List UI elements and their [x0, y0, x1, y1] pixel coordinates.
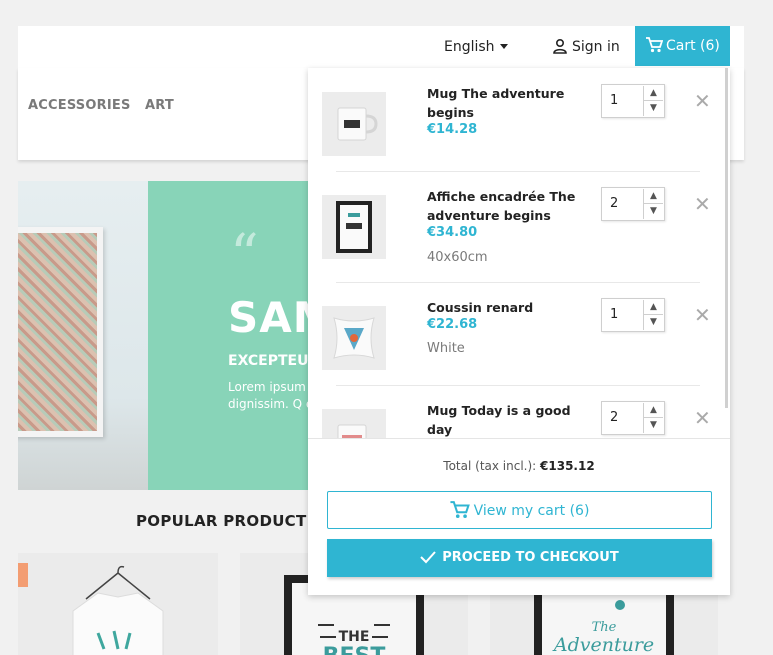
cushion-image — [333, 317, 375, 359]
divider — [336, 171, 700, 172]
divider — [336, 282, 700, 283]
remove-item-icon[interactable]: ✕ — [694, 305, 711, 325]
quantity-stepper[interactable]: 1 ▲ ▼ — [601, 298, 665, 332]
cart-icon — [450, 501, 470, 518]
quantity-increase-button[interactable]: ▲ — [643, 403, 663, 418]
hero-subtitle: EXCEPTEU — [228, 353, 309, 369]
cart-item-name[interactable]: Affiche encadrée The adventure begins — [427, 187, 587, 225]
quantity-value[interactable]: 1 — [610, 307, 618, 322]
quantity-increase-button[interactable]: ▲ — [643, 300, 663, 315]
quantity-decrease-button[interactable]: ▼ — [643, 204, 663, 219]
quantity-stepper[interactable]: 1 ▲ ▼ — [601, 84, 665, 118]
checkout-label: PROCEED TO CHECKOUT — [442, 550, 619, 565]
cart-item-attribute: 40x60cm — [427, 250, 488, 265]
product-thumbnail[interactable] — [322, 195, 386, 259]
product-thumbnail[interactable] — [322, 92, 386, 156]
cart-items-list: Mug The adventure begins €14.28 1 ▲ ▼ ✕ … — [308, 68, 730, 438]
quantity-increase-button[interactable]: ▲ — [643, 86, 663, 101]
chevron-down-icon — [499, 44, 508, 49]
cart-item-price: €34.80 — [427, 225, 478, 240]
cart-summary: Total (tax incl.): €135.12 View my cart … — [308, 438, 730, 595]
quantity-decrease-button[interactable]: ▼ — [643, 315, 663, 330]
cart-item-price: €22.68 — [427, 317, 478, 332]
product-thumbnail[interactable] — [322, 409, 386, 438]
remove-item-icon[interactable]: ✕ — [694, 408, 711, 428]
product-image — [18, 553, 218, 655]
cart-item-price: €14.28 — [427, 122, 478, 137]
nav-item-art[interactable]: ART — [145, 98, 174, 113]
total-label: Total (tax incl.): — [443, 459, 537, 473]
cart-button[interactable]: Cart (6) — [635, 26, 730, 66]
section-title-popular: POPULAR PRODUCT — [136, 512, 307, 530]
cart-dropdown: Mug The adventure begins €14.28 1 ▲ ▼ ✕ … — [308, 68, 730, 595]
header-top-bar: English Sign in Cart (6) — [18, 26, 744, 68]
svg-text:Adventure: Adventure — [552, 634, 654, 655]
cart-total: Total (tax incl.): €135.12 — [308, 459, 730, 473]
sign-in-label: Sign in — [572, 39, 620, 55]
product-card[interactable] — [18, 553, 218, 655]
quantity-stepper[interactable]: 2 ▲ ▼ — [601, 401, 665, 435]
quantity-increase-button[interactable]: ▲ — [643, 189, 663, 204]
quote-icon: “ — [230, 223, 259, 288]
framed-map-image — [18, 227, 103, 437]
new-badge — [18, 563, 28, 587]
svg-text:The: The — [592, 620, 617, 635]
cart-label: Cart (6) — [666, 38, 720, 54]
svg-text:BEST: BEST — [323, 644, 386, 655]
quantity-decrease-button[interactable]: ▼ — [643, 101, 663, 116]
quantity-decrease-button[interactable]: ▼ — [643, 418, 663, 433]
divider — [336, 385, 700, 386]
total-value: €135.12 — [540, 459, 595, 473]
language-selector[interactable]: English — [444, 26, 508, 68]
quantity-stepper[interactable]: 2 ▲ ▼ — [601, 187, 665, 221]
cart-item-name[interactable]: Coussin renard — [427, 298, 587, 317]
nav-item-accessories[interactable]: ACCESSORIES — [28, 98, 131, 113]
quantity-value[interactable]: 2 — [610, 410, 618, 425]
svg-text:THE: THE — [339, 629, 370, 645]
cart-item-name[interactable]: Mug Today is a good day — [427, 401, 587, 438]
sign-in-link[interactable]: Sign in — [552, 26, 620, 68]
quantity-value[interactable]: 2 — [610, 196, 618, 211]
cart-item-attribute: White — [427, 341, 465, 356]
user-icon — [553, 38, 567, 54]
mug-image — [337, 107, 378, 141]
cart-scrollbar[interactable] — [725, 68, 728, 408]
product-thumbnail[interactable] — [322, 306, 386, 370]
view-cart-label: View my cart (6) — [473, 503, 590, 519]
hero-image — [18, 181, 148, 490]
tshirt-image — [72, 565, 164, 655]
proceed-to-checkout-button[interactable]: PROCEED TO CHECKOUT — [327, 539, 712, 577]
cart-icon — [646, 37, 664, 53]
view-cart-button[interactable]: View my cart (6) — [327, 491, 712, 529]
cart-item-name[interactable]: Mug The adventure begins — [427, 84, 587, 122]
framed-poster-image — [336, 201, 372, 253]
language-label: English — [444, 39, 495, 55]
remove-item-icon[interactable]: ✕ — [694, 194, 711, 214]
mug-image — [337, 424, 367, 438]
check-icon — [420, 551, 437, 564]
quantity-value[interactable]: 1 — [610, 93, 618, 108]
remove-item-icon[interactable]: ✕ — [694, 91, 711, 111]
